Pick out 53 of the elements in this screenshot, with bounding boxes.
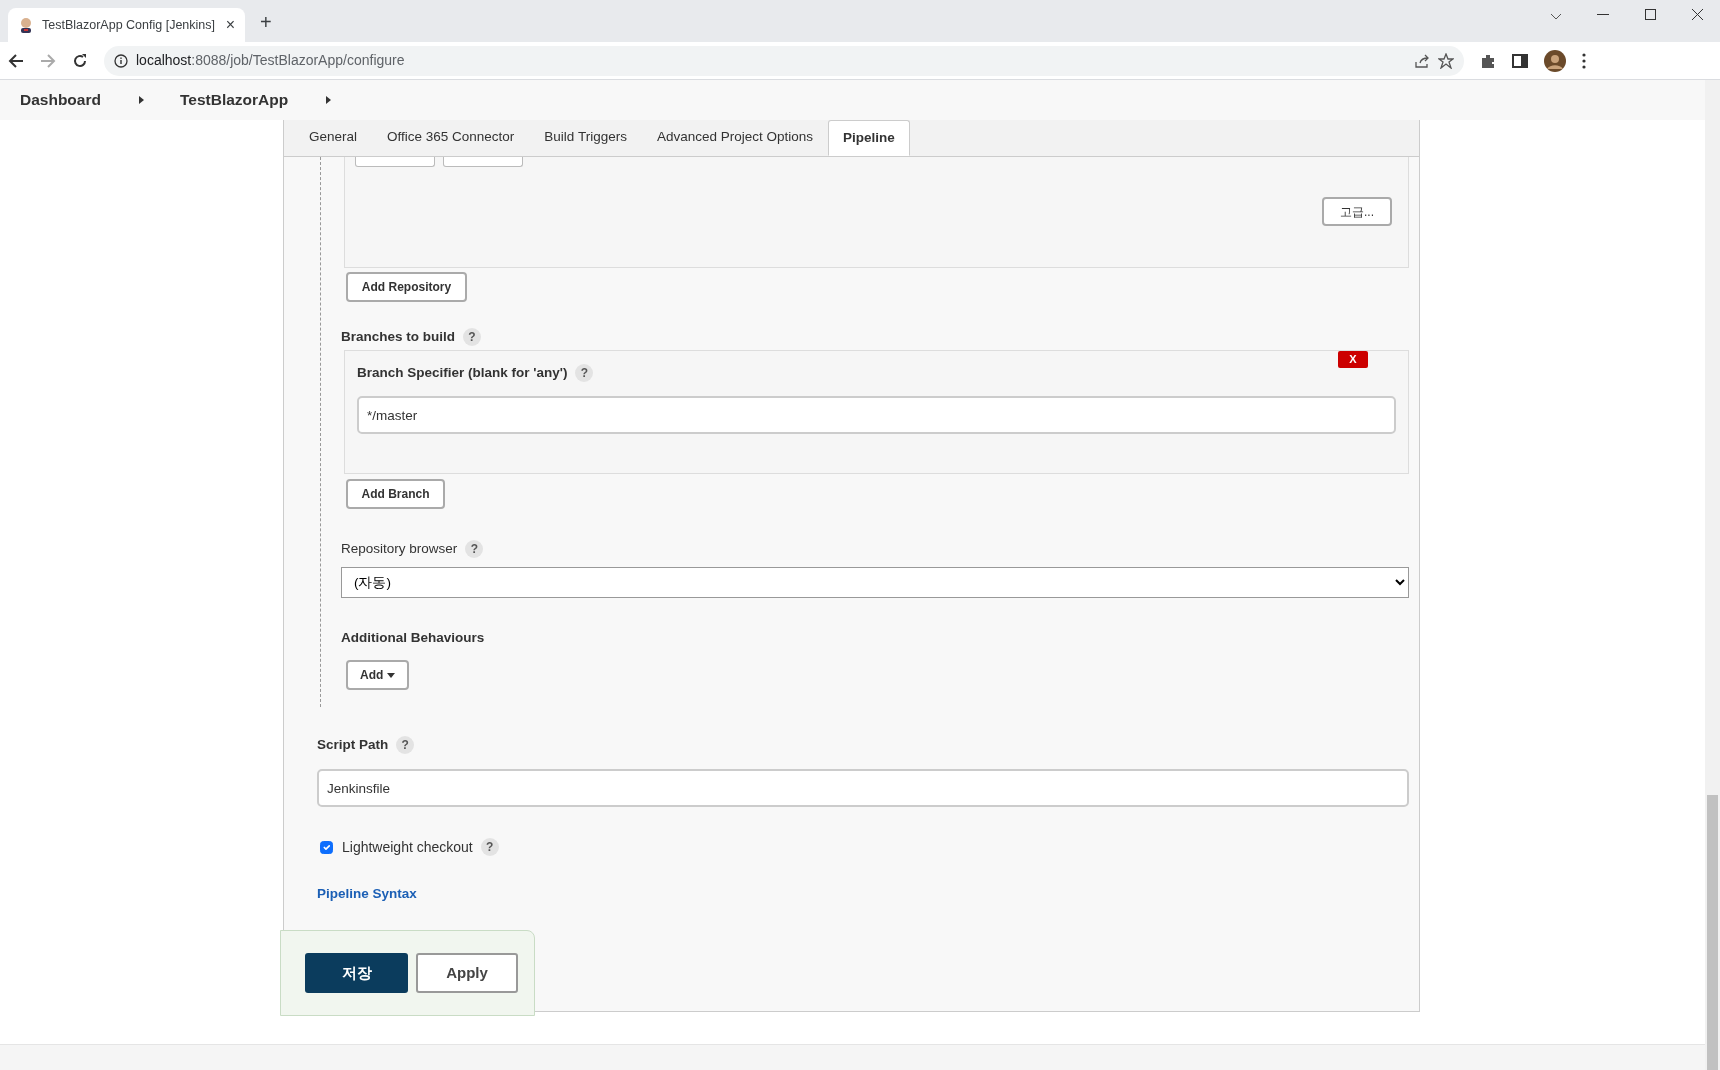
help-icon[interactable]: ?: [480, 838, 499, 856]
puzzle-icon[interactable]: [1480, 52, 1496, 69]
field-label: Additional Behaviours: [341, 630, 485, 645]
avatar-icon[interactable]: [1544, 49, 1566, 72]
caret-icon: [387, 672, 396, 678]
breadcrumb-link[interactable]: TestBlazorApp: [179, 88, 289, 112]
close-tab-button[interactable]: ×: [225, 13, 235, 37]
close-window-icon[interactable]: [1692, 9, 1703, 20]
side-panel-icon[interactable]: [1512, 52, 1528, 69]
config-tab[interactable]: Pipeline: [828, 120, 910, 156]
help-icon[interactable]: ?: [396, 736, 415, 754]
field-label: Repository browser: [341, 539, 458, 558]
config-tab[interactable]: Office 365 Connector: [372, 119, 530, 156]
reload-icon[interactable]: [72, 52, 88, 69]
checkbox[interactable]: [320, 840, 333, 854]
breadcrumb-caret-icon[interactable]: [326, 96, 332, 104]
breadcrumb-link[interactable]: Dashboard: [20, 88, 101, 112]
repository-browser-select[interactable]: (자동): [341, 567, 1409, 598]
help-icon[interactable]: ?: [463, 328, 481, 346]
help-icon[interactable]: ?: [575, 364, 594, 382]
help-icon[interactable]: ?: [465, 540, 484, 558]
field-label: Branch Specifier (blank for 'any'): [357, 363, 568, 382]
field-label: Branches to build: [341, 327, 455, 346]
tab-title: TestBlazorApp Config [Jenkins]: [42, 16, 216, 34]
advanced-button[interactable]: 고급...: [1322, 197, 1392, 226]
add-repository-button[interactable]: Add Repository: [346, 272, 467, 302]
url-text: localhost:8088/job/TestBlazorApp/configure: [136, 51, 406, 70]
pipeline-syntax-link[interactable]: Pipeline Syntax: [317, 886, 417, 901]
apply-button[interactable]: Apply: [416, 953, 518, 993]
minimize-icon[interactable]: [1597, 14, 1609, 16]
script-path-field[interactable]: Jenkinsfile: [317, 769, 1409, 807]
config-tab[interactable]: General: [294, 119, 373, 156]
save-button[interactable]: 저장: [305, 953, 408, 993]
menu-icon[interactable]: [1582, 52, 1586, 69]
config-tab[interactable]: Advanced Project Options: [641, 119, 828, 156]
info-icon: [114, 53, 128, 68]
add-dropdown-button[interactable]: Add: [346, 660, 410, 690]
maximize-icon[interactable]: [1645, 9, 1656, 20]
address-bar[interactable]: localhost:8088/job/TestBlazorApp/configure: [104, 45, 1464, 76]
share-icon[interactable]: [1414, 52, 1430, 69]
config-tab[interactable]: Build Triggers: [529, 119, 642, 156]
scrollbar-thumb[interactable]: [1707, 795, 1718, 1070]
branch-specifier-field[interactable]: */master: [357, 396, 1396, 434]
delete-button[interactable]: X: [1338, 351, 1368, 368]
star-icon[interactable]: [1438, 52, 1454, 69]
back-icon[interactable]: [8, 52, 24, 69]
field-label: Script Path: [317, 735, 389, 754]
add-branch-button[interactable]: Add Branch: [346, 479, 445, 509]
new-tab-button[interactable]: +: [260, 12, 272, 32]
jenkins-favicon-icon: [18, 17, 34, 33]
checkbox-label: Lightweight checkout: [342, 837, 473, 857]
browser-tab[interactable]: TestBlazorApp Config [Jenkins] ×: [8, 8, 245, 42]
breadcrumb-caret-icon[interactable]: [138, 96, 144, 104]
